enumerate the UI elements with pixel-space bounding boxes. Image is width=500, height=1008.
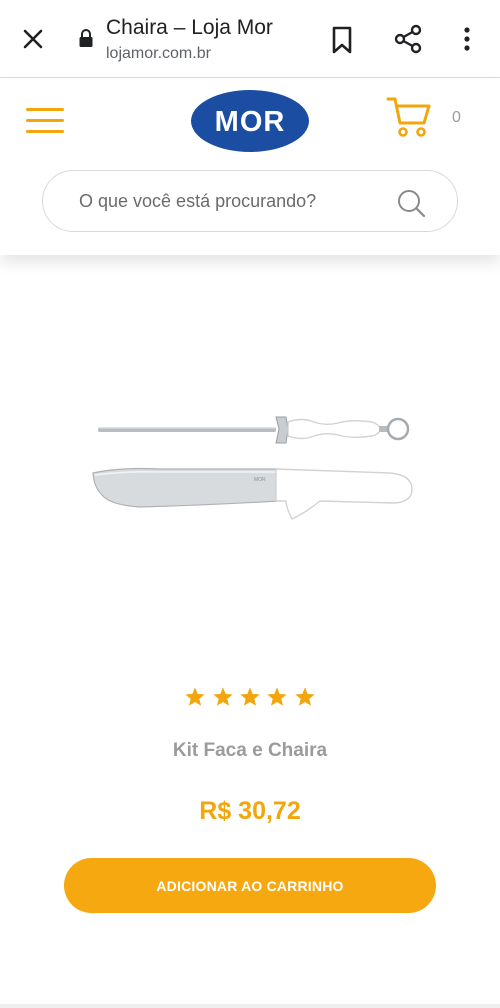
star-icon (295, 687, 315, 706)
lock-icon (79, 29, 93, 47)
url-text[interactable]: lojamor.com.br (106, 45, 211, 63)
mor-logo[interactable]: MOR (190, 89, 310, 153)
star-icon (212, 687, 233, 706)
cart-icon[interactable] (386, 95, 432, 139)
bookmark-icon[interactable] (328, 24, 356, 56)
close-icon[interactable] (18, 24, 48, 54)
page-title[interactable]: Chaira – Loja Mor (106, 16, 273, 40)
browser-toolbar: Chaira – Loja Mor lojamor.com.br (0, 0, 500, 78)
star-icon (240, 687, 260, 706)
share-icon[interactable] (393, 24, 423, 54)
cart-count: 0 (452, 109, 461, 126)
search-icon[interactable] (395, 187, 427, 219)
rating-stars (0, 686, 500, 713)
more-vert-icon[interactable] (458, 24, 476, 54)
hamburger-menu-icon[interactable] (26, 105, 64, 137)
site-header: MOR 0 (0, 79, 500, 255)
svg-text:MOR: MOR (254, 477, 266, 483)
product-image[interactable]: MOR (80, 395, 420, 530)
star-icon (185, 687, 205, 706)
search-bar[interactable] (42, 170, 458, 232)
bottom-divider (0, 1004, 500, 1008)
product-name[interactable]: Kit Faca e Chaira (0, 740, 500, 762)
product-price: R$ 30,72 (199, 797, 301, 825)
logo-text: MOR (215, 106, 286, 138)
search-input[interactable] (79, 186, 399, 216)
star-icon (267, 687, 288, 706)
add-to-cart-button[interactable]: ADICIONAR AO CARRINHO (64, 858, 436, 913)
